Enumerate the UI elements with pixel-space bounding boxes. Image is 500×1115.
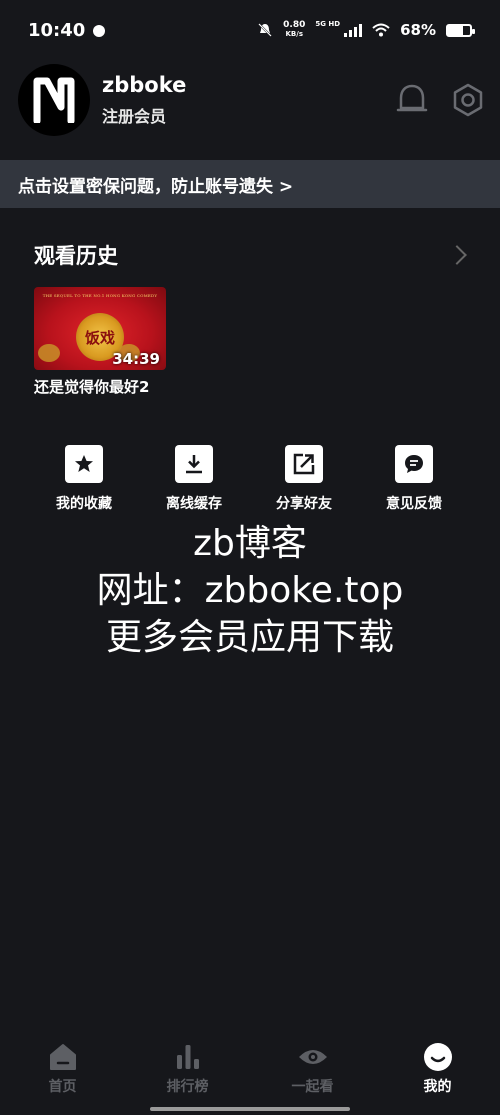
nav-watch-together[interactable]: 一起看: [250, 1040, 375, 1100]
quick-actions: 我的收藏 离线缓存 分享好友 意见反馈: [0, 445, 500, 513]
banner-text: 点击设置密保问题，防止账号遗失 >: [18, 176, 294, 197]
thumbnail-caption: THE SEQUEL TO THE NO.1 HONG KONG COMEDY: [42, 293, 158, 298]
watermark-line-3: 更多会员应用下载: [105, 617, 394, 658]
username[interactable]: zbboke: [102, 73, 186, 97]
video-duration: 34:39: [112, 350, 160, 368]
video-thumbnail[interactable]: THE SEQUEL TO THE NO.1 HONG KONG COMEDY …: [34, 287, 166, 370]
net-speed-unit: KB/s: [285, 30, 303, 38]
favorites-button[interactable]: 我的收藏: [29, 445, 139, 513]
bell-icon[interactable]: [394, 82, 430, 118]
battery-fill: [448, 25, 463, 35]
nav-profile-label: 我的: [423, 1079, 452, 1095]
nav-ranking[interactable]: 排行榜: [125, 1040, 250, 1100]
share-button[interactable]: 分享好友: [249, 445, 359, 513]
home-indicator[interactable]: [150, 1107, 350, 1111]
profile-header: zbboke 注册会员: [18, 64, 486, 136]
share-icon: [285, 445, 323, 483]
ranking-icon: [171, 1040, 205, 1074]
nav-watch-together-label: 一起看: [291, 1079, 334, 1095]
signal-label: 5G HD: [315, 20, 341, 28]
wifi-icon: [372, 23, 390, 37]
member-status: 注册会员: [102, 107, 167, 126]
history-title: 观看历史: [34, 244, 118, 268]
profile-icon: [421, 1040, 455, 1074]
favorites-label: 我的收藏: [56, 496, 112, 512]
bottom-nav: 首页 排行榜 一起看 我的: [0, 1040, 500, 1100]
offline-cache-label: 离线缓存: [166, 496, 222, 512]
offline-cache-button[interactable]: 离线缓存: [139, 445, 249, 513]
feedback-icon: [395, 445, 433, 483]
watermark-text: zb博客 网址：zbboke.top 更多会员应用下载: [0, 520, 500, 661]
net-speed-value: 0.80: [283, 20, 306, 30]
video-title: 还是觉得你最好2: [34, 378, 150, 396]
history-header[interactable]: 观看历史: [34, 240, 467, 270]
history-item[interactable]: THE SEQUEL TO THE NO.1 HONG KONG COMEDY …: [34, 287, 166, 397]
watermark-line-1: zb博客: [193, 523, 307, 564]
thumbnail-decoration: [38, 344, 60, 362]
status-time-group: 10:40: [28, 19, 106, 41]
nav-profile[interactable]: 我的: [375, 1040, 500, 1100]
profile-text: zbboke 注册会员: [102, 73, 186, 127]
battery-percent: 68%: [400, 21, 436, 39]
nav-home[interactable]: 首页: [0, 1040, 125, 1100]
watermark-line-2: 网址：zbboke.top: [96, 570, 404, 611]
status-indicators: 0.80 KB/s 5G HD 68%: [257, 20, 475, 39]
app-logo-icon: [33, 77, 75, 123]
timer-icon: [93, 25, 106, 37]
home-icon: [46, 1040, 80, 1074]
status-bar: 10:40 0.80 KB/s 5G HD 68%: [0, 0, 500, 60]
net-speed: 0.80 KB/s: [283, 21, 305, 39]
avatar[interactable]: [18, 64, 90, 136]
nav-ranking-label: 排行榜: [166, 1079, 209, 1095]
feedback-button[interactable]: 意见反馈: [359, 445, 469, 513]
header-icons: [394, 82, 486, 118]
star-icon: [65, 445, 103, 483]
battery-icon: [446, 23, 475, 37]
feedback-label: 意见反馈: [386, 496, 442, 512]
settings-icon[interactable]: [450, 82, 486, 118]
signal-icon: [344, 23, 363, 37]
share-label: 分享好友: [276, 496, 332, 512]
nav-home-label: 首页: [48, 1079, 77, 1095]
mute-icon: [258, 23, 272, 37]
status-time: 10:40: [28, 19, 86, 41]
download-icon: [175, 445, 213, 483]
eye-icon: [296, 1040, 330, 1074]
security-question-banner[interactable]: 点击设置密保问题，防止账号遗失 >: [0, 160, 500, 208]
chevron-right-icon[interactable]: [447, 245, 467, 265]
